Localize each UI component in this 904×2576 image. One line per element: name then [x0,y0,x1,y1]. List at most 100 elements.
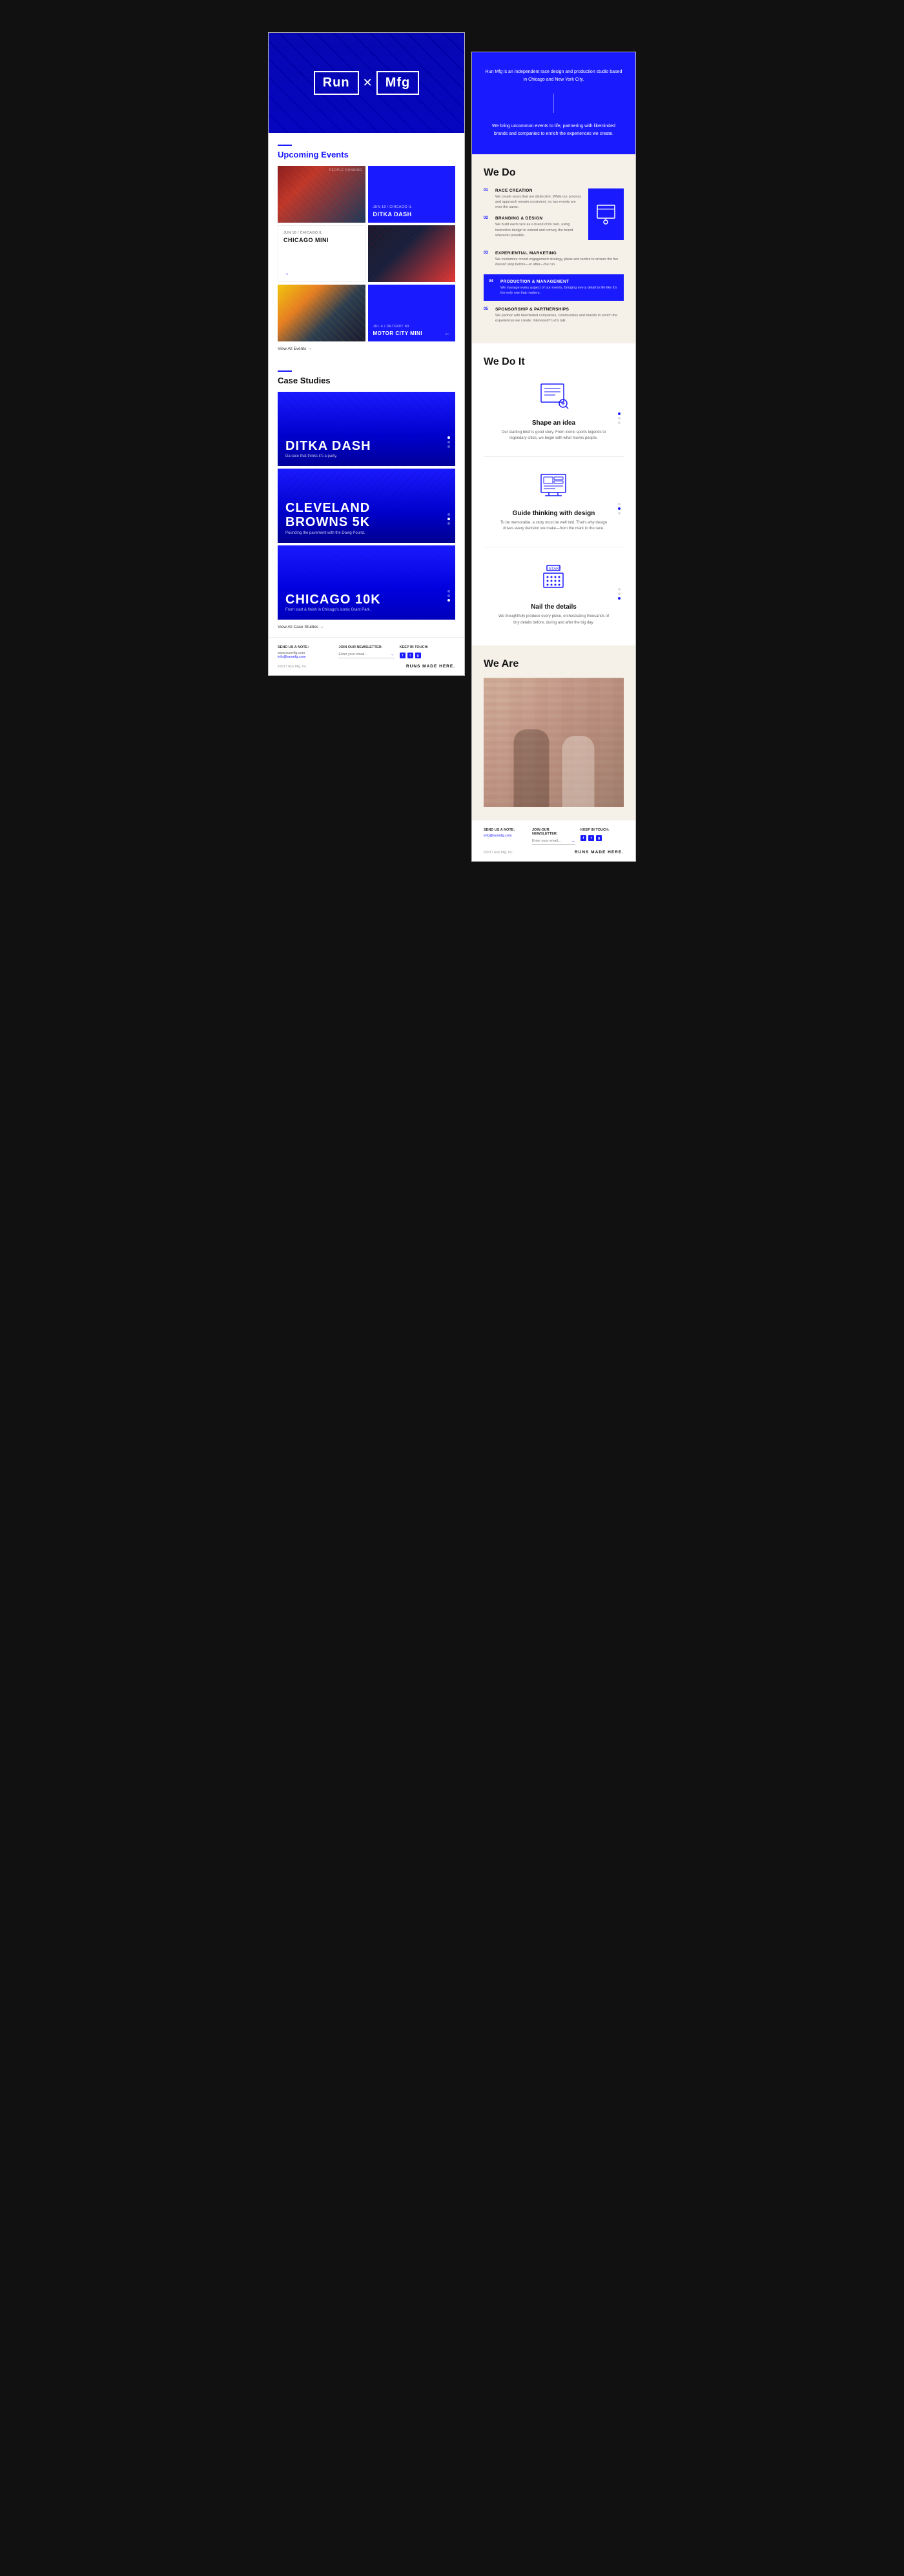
footer-right-tagline: RUNS MADE HERE. [575,850,624,855]
twitter-icon[interactable]: t [407,653,413,658]
guide-title: Guide thinking with design [513,510,595,517]
footer-newsletter-input[interactable] [338,651,389,658]
event-card-motor-city[interactable]: JUL 4 / DETROIT MI MOTOR CITY MINI ← [368,285,456,341]
twitter-icon-right[interactable]: t [588,835,594,841]
event-chicago-name: CHICAGO MINI [283,237,360,243]
service-5-desc: We partner with likeminded companies, co… [495,313,624,324]
case-studies-section: Case Studies CASE STUDY 01 DITKA DASH Da… [269,359,464,637]
shape-icon [536,381,571,413]
event-card-runners-photo[interactable]: People running [278,166,365,223]
right-intro-text: Run Mfg is an independent race design an… [485,68,622,84]
service-5-title: SPONSORSHIP & PARTNERSHIPS [495,307,624,312]
events-grid: People running JUN 18 / CHICAGO IL DITKA… [278,166,455,341]
hero-section: Run ✕ Mfg [269,33,464,133]
service-item-2: 02 BRANDING & DESIGN We build each race … [484,216,583,238]
footer-copyright: ©2017 Run Mfg, Inc. [278,665,307,669]
service-4-num: 04 [489,279,497,296]
service-3-title: EXPERIENTIAL MARKETING [495,251,624,256]
who-we-are-section: We Are [472,645,635,820]
case-study-ditka-title: DITKA DASH [285,440,371,452]
case-study-chicago10k-dots [447,590,450,602]
service-item-4: 04 PRODUCTION & MANAGEMENT We manage eve… [484,274,624,301]
google-icon-right[interactable]: g [596,835,602,841]
guide-desc: To be memorable, a story must be well to… [496,520,612,532]
event-ditka-name: DITKA DASH [373,211,451,218]
step-dots-1 [618,412,621,424]
motor-arrow[interactable]: ← [444,330,450,336]
footer-right-email: info@runmfg.com [484,834,527,838]
section-underline [278,145,292,146]
right-website: Run Mfg is an independent race design an… [471,52,636,862]
nail-desc: We thoughtfully produce every piece, orc… [496,614,612,626]
service-image [588,188,624,240]
footer-bottom-right: ©2017 Run Mfg, Inc. RUNS MADE HERE. [484,850,624,855]
case-study-ditka-content: DITKA DASH Da race that thinks it's a pa… [285,440,371,458]
footer-right-newsletter-input[interactable] [532,838,571,844]
footer-social-label: Keep in touch: [400,645,455,649]
hero-logo: Run ✕ Mfg [314,71,420,95]
google-icon[interactable]: g [415,653,421,658]
case-study-ditka-dots [447,436,450,448]
service-4-title: PRODUCTION & MANAGEMENT [500,279,619,284]
step-dots-3 [618,588,621,600]
footer-grid-right: Send us a Note: info@runmfg.com Join our… [484,828,624,845]
what-we-do-title: We Do [484,167,624,179]
view-all-case-studies-link[interactable]: View All Case Studies → [278,625,455,629]
footer-right-copyright: ©2017 Run Mfg, Inc. [484,851,513,855]
event-motor-tag: JUL 4 / DETROIT MI [373,325,451,329]
newsletter-arrow-icon: → [390,653,395,657]
service-2-num: 02 [484,216,491,238]
case-study-chicago10k-subtitle: From start & finish in Chicago's iconic … [285,608,381,612]
view-all-events-link[interactable]: View All Events → [278,347,455,351]
case-study-ditka[interactable]: CASE STUDY 01 DITKA DASH Da race that th… [278,392,455,466]
what-we-do-section: We Do 01 RACE CREATION We create races t… [472,154,635,343]
footer-bottom-left: ©2017 Run Mfg, Inc. RUNS MADE HERE. [278,664,455,669]
nail-title: Nail the details [531,603,577,611]
how-step-nail: START [484,562,624,626]
footer-tagline: RUNS MADE HERE. [406,664,455,669]
case-study-browns-title: CLEVELANDBROWNS 5K [285,501,370,529]
footer-social-icons: f t g [400,653,455,658]
how-step-guide: Guide thinking with design To be memorab… [484,471,624,547]
shape-title: Shape an idea [532,420,575,427]
footer-right: Send us a Note: info@runmfg.com Join our… [472,820,635,861]
event-card-runner-red[interactable] [368,225,456,282]
facebook-icon-right[interactable]: f [580,835,586,841]
left-website: Run ✕ Mfg Upcoming Events People running [268,32,465,676]
nail-icon: START [536,562,571,597]
event-card-chicago-mini[interactable]: JUN 18 / CHICAGO IL CHICAGO MINI → [278,225,365,282]
logo-run: Run [314,71,359,95]
case-study-browns-subtitle: Pounding the pavement with the Dawg Poun… [285,531,370,535]
footer-right-send-label: Send us a Note: [484,828,527,832]
service-2-title: BRANDING & DESIGN [495,216,583,221]
service-3-desc: We customize crowd engagement strategy, … [495,257,624,268]
footer-send-label: Send us a Note: [278,645,333,649]
case-study-browns[interactable]: CASE STUDY 02 CLEVELANDBROWNS 5K Poundin… [278,469,455,543]
chicago-arrow[interactable]: → [283,270,360,276]
case-studies-title: Case Studies [278,376,455,385]
upcoming-events-title: Upcoming Events [278,150,455,159]
how-we-do-it-section: We Do It [472,343,635,646]
service-1-title: RACE CREATION [495,188,583,193]
event-card-yellow-runner[interactable] [278,285,365,341]
guide-icon [536,471,571,503]
case-study-browns-content: CLEVELANDBROWNS 5K Pounding the pavement… [285,501,370,535]
service-3-num: 03 [484,251,491,268]
service-1-num: 01 [484,188,491,210]
who-photo [484,678,624,807]
footer-left: Send us a Note: www.runmfg.com info@runm… [269,637,464,675]
case-study-chicago10k-title: CHICAGO 10K [285,593,381,606]
main-container: Run ✕ Mfg Upcoming Events People running [268,32,636,862]
footer-right-newsletter-label: Join our Newsletter: [532,828,575,836]
case-study-chicago10k[interactable]: CASE STUDY 03 CHICAGO 10K From start & f… [278,545,455,620]
case-study-browns-dots [447,513,450,525]
footer-right-social-label: Keep in touch: [580,828,624,832]
event-card-ditka-blue[interactable]: JUN 18 / CHICAGO IL DITKA DASH [368,166,456,223]
right-enrich-text: We bring uncommon events to life, partne… [485,123,622,138]
event-motor-name: MOTOR CITY MINI [373,330,451,336]
service-1-desc: We create races that are distinctive. Wh… [495,194,583,210]
service-4-desc: We manage every aspect of our events, br… [500,285,619,296]
service-2-desc: We build each race as a brand of its own… [495,222,583,238]
page-root: Run ✕ Mfg Upcoming Events People running [13,13,891,2563]
facebook-icon[interactable]: f [400,653,406,658]
